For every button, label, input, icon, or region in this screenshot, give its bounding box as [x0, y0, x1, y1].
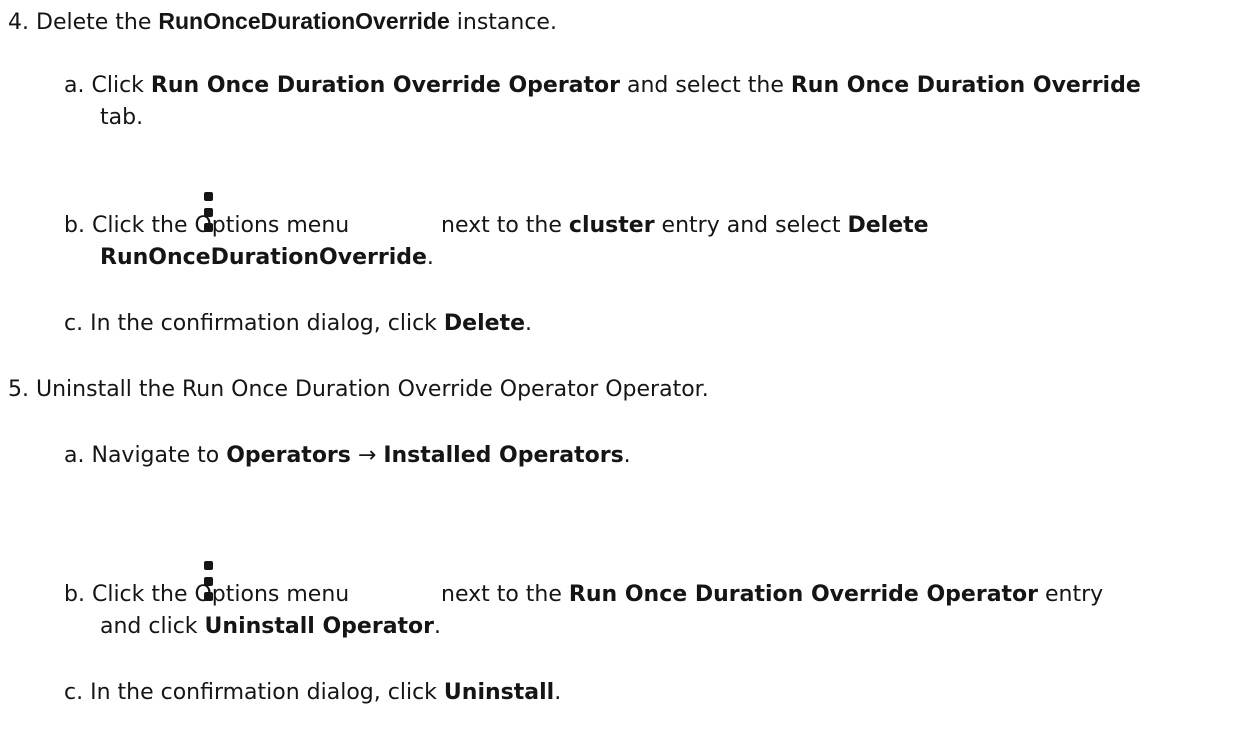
step-5-marker: 5. [8, 377, 29, 402]
step-5b-text-5: . [434, 614, 442, 639]
step-5c-uninstall: Uninstall [443, 680, 555, 705]
step-4b-text-3: entry and select [654, 213, 848, 238]
step-4b-line-1-rest: next to the cluster entry and select Del… [441, 211, 929, 241]
step-4a-line-1: a. Click Run Once Duration Override Oper… [64, 71, 1141, 101]
step-4b-cluster: cluster [568, 213, 655, 238]
step-4c-text-1: In the confirmation dialog, click [90, 311, 444, 336]
step-5c-text-1: In the confirmation dialog, click [90, 680, 444, 705]
step-5b-marker: b. [64, 582, 85, 607]
step-5b-text-1: Click the Options menu [91, 582, 350, 607]
step-5b-uninstall-operator: Uninstall Operator [204, 614, 435, 639]
step-5b-line-1-rest: next to the Run Once Duration Override O… [441, 580, 1103, 610]
step-5-line: 5. Uninstall the Run Once Duration Overr… [8, 375, 709, 405]
step-4b-text-2: next to the [441, 213, 569, 238]
step-5a-marker: a. [64, 443, 85, 468]
step-5a-text-2: . [623, 443, 631, 468]
step-4c-line: c. In the confirmation dialog, click Del… [64, 309, 532, 339]
step-4-line: 4. Delete the RunOnceDurationOverride in… [8, 6, 557, 38]
step-4a-marker: a. [64, 73, 85, 98]
step-5b-line-2: and click Uninstall Operator. [100, 612, 441, 642]
step-4c-marker: c. [64, 311, 84, 336]
step-5a-text-1: Navigate to [91, 443, 227, 468]
step-4a-text-2: and select the [620, 73, 791, 98]
step-4b-resource: RunOnceDurationOverride [100, 245, 427, 270]
step-4a-text-3: tab. [100, 105, 144, 130]
step-5-text: Uninstall the Run Once Duration Override… [36, 377, 709, 402]
step-4b-delete: Delete [847, 213, 929, 238]
step-4b-line-1: b. Click the Options menu [64, 211, 349, 241]
step-4b-text-4: . [426, 245, 434, 270]
step-4a-operator-name: Run Once Duration Override Operator [150, 73, 621, 98]
step-4c-text-2: . [525, 311, 533, 336]
step-4b-text-1: Click the Options menu [91, 213, 350, 238]
step-5b-text-3: entry [1038, 582, 1104, 607]
step-4b-line-2: RunOnceDurationOverride. [100, 243, 434, 273]
step-4-marker: 4. [8, 10, 29, 35]
step-4c-delete: Delete [443, 311, 526, 336]
step-5b-text-4: and click [100, 614, 205, 639]
step-5a-line: a. Navigate to Operators → Installed Ope… [64, 441, 631, 471]
step-4a-tab-name: Run Once Duration Override [790, 73, 1141, 98]
step-4-prefix: Delete the [36, 10, 159, 35]
step-4a-text-1: Click [91, 73, 151, 98]
step-5b-text-2: next to the [441, 582, 569, 607]
step-4-resource-name: RunOnceDurationOverride [158, 8, 450, 34]
step-5c-marker: c. [64, 680, 84, 705]
step-5a-arrow: → [350, 443, 384, 468]
step-4a-line-2: tab. [100, 103, 143, 133]
step-5c-text-2: . [554, 680, 562, 705]
step-5b-operator-name: Run Once Duration Override Operator [568, 582, 1039, 607]
step-5a-operators: Operators [226, 443, 351, 468]
step-5b-line-1: b. Click the Options menu [64, 580, 349, 610]
step-4b-marker: b. [64, 213, 85, 238]
step-4-suffix: instance. [449, 10, 557, 35]
step-5c-line: c. In the confirmation dialog, click Uni… [64, 678, 561, 708]
step-5a-installed-operators: Installed Operators [383, 443, 624, 468]
